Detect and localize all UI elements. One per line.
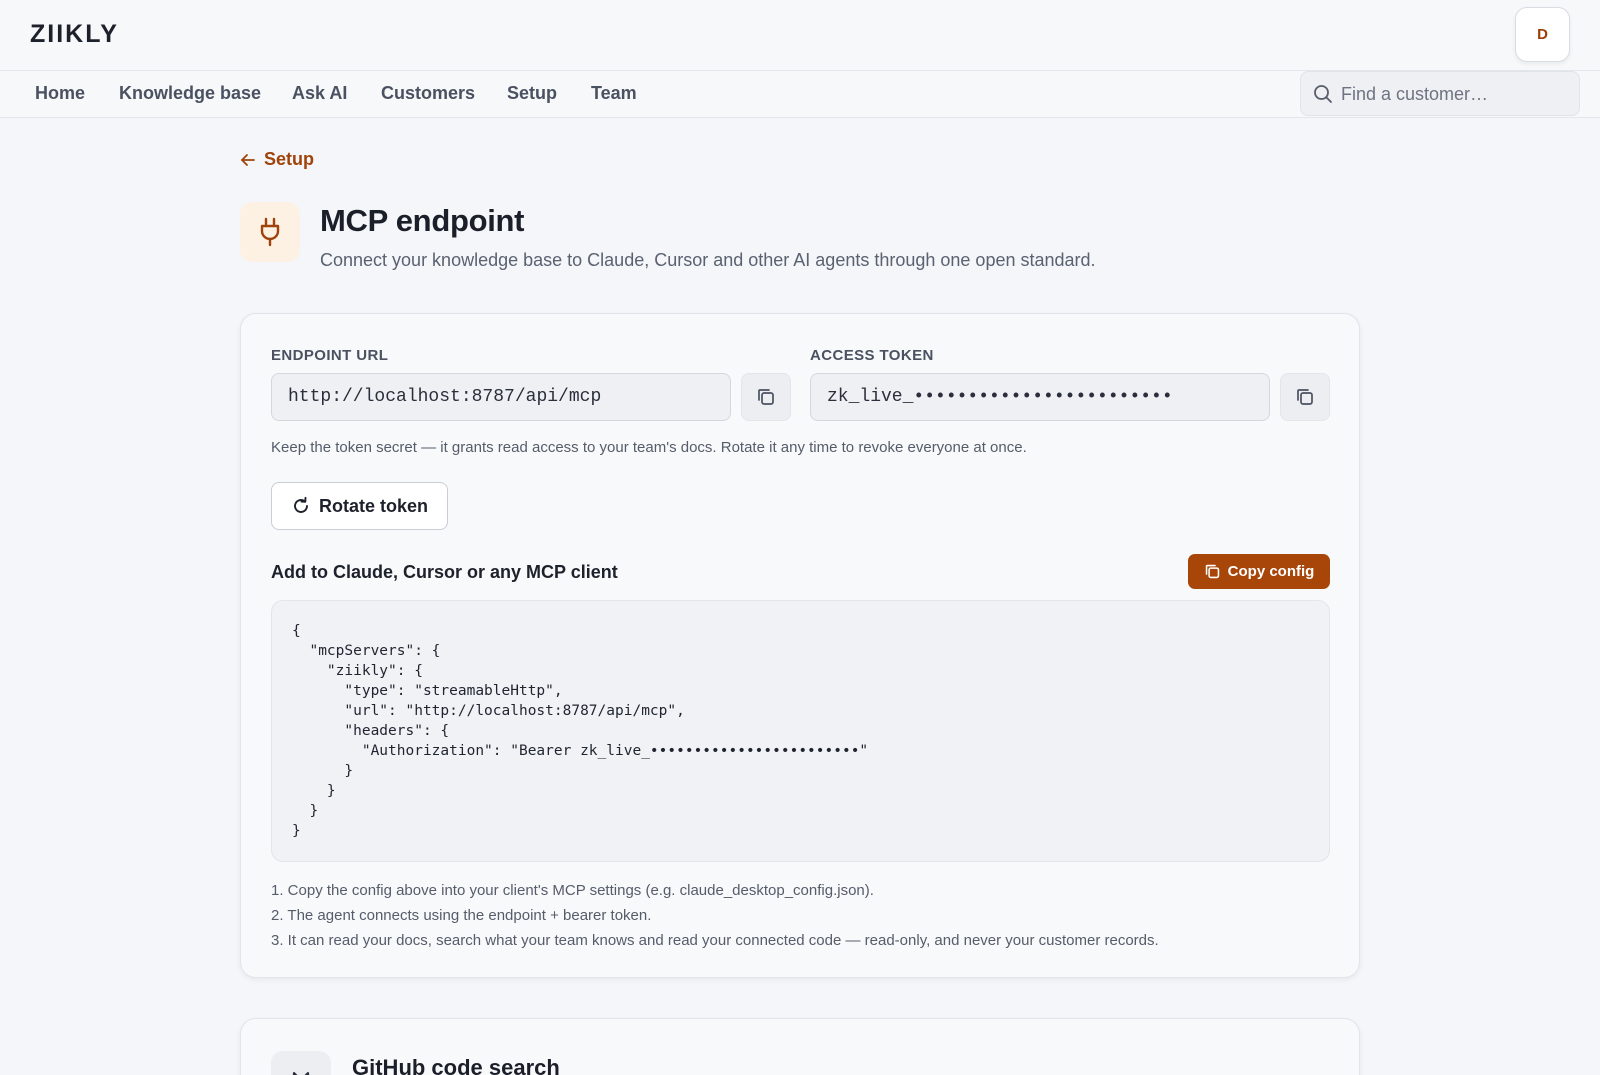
back-link-label: Setup (264, 149, 315, 169)
endpoint-url-field[interactable] (271, 373, 731, 421)
copy-config-button[interactable]: Copy config (1188, 554, 1330, 589)
copy-icon (1297, 389, 1313, 405)
page-subtitle: Connect your knowledge base to Claude, C… (320, 250, 1096, 270)
github-tile (271, 1051, 331, 1075)
copy-icon (1205, 564, 1219, 579)
step-item: 3. It can read your docs, search what yo… (271, 932, 1159, 949)
nav-item-team[interactable]: Team (591, 83, 637, 104)
refresh-icon (294, 496, 308, 513)
app-logo[interactable]: ZIIKLY (30, 20, 119, 49)
access-token-field[interactable] (810, 373, 1270, 421)
search-input[interactable] (1341, 82, 1569, 106)
access-token-label: ACCESS TOKEN (810, 347, 934, 364)
arrow-left-icon (241, 153, 255, 166)
nav-item-setup[interactable]: Setup (507, 83, 557, 104)
nav-bar: Home Knowledge base Ask AI Customers Set… (0, 71, 1600, 118)
search-icon (1314, 85, 1332, 103)
top-bar: ZIIKLY D (0, 0, 1600, 71)
config-code-block[interactable]: { "mcpServers": { "ziikly": { "type": "s… (271, 600, 1330, 862)
config-section-title: Add to Claude, Cursor or any MCP client (271, 562, 618, 582)
plug-tile (240, 202, 300, 262)
page-title: MCP endpoint (320, 203, 525, 238)
github-code-search-card: GitHub code search (240, 1018, 1360, 1075)
copy-config-label: Copy config (1227, 563, 1315, 580)
step-item: 2. The agent connects using the endpoint… (271, 907, 652, 924)
config-code: { "mcpServers": { "ziikly": { "type": "s… (292, 623, 869, 839)
token-helper-text: Keep the token secret — it grants read a… (271, 439, 1027, 456)
github-icon (292, 1072, 310, 1075)
nav-item-customers[interactable]: Customers (381, 83, 475, 104)
mcp-endpoint-card: ENDPOINT URL ACCESS TOKEN Keep the token… (240, 313, 1360, 978)
back-link[interactable]: Setup (240, 149, 314, 170)
avatar[interactable]: D (1515, 7, 1570, 62)
endpoint-url-label: ENDPOINT URL (271, 347, 389, 364)
nav-item-knowledge-base[interactable]: Knowledge base (119, 83, 261, 104)
step-item: 1. Copy the config above into your clien… (271, 882, 874, 899)
copy-url-button[interactable] (741, 373, 791, 421)
customer-search[interactable] (1300, 71, 1580, 116)
plug-icon (260, 217, 280, 247)
copy-icon (758, 389, 774, 405)
nav-item-ask-ai[interactable]: Ask AI (292, 83, 347, 104)
rotate-token-button[interactable]: Rotate token (271, 482, 448, 530)
nav-item-home[interactable]: Home (35, 83, 85, 104)
setup-steps: 1. Copy the config above into your clien… (271, 878, 1159, 953)
github-card-title: GitHub code search (352, 1055, 560, 1075)
rotate-token-label: Rotate token (318, 495, 428, 516)
copy-token-button[interactable] (1280, 373, 1330, 421)
